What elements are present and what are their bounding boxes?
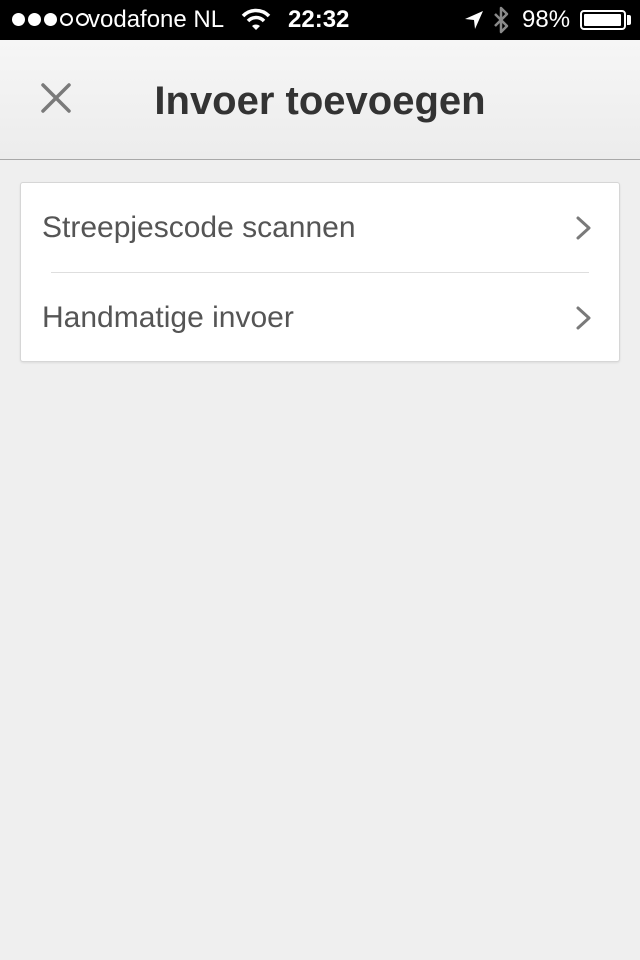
bluetooth-icon [492, 6, 510, 41]
menu-item-label: Streepjescode scannen [42, 211, 356, 244]
battery-percentage: 98% [522, 6, 571, 33]
menu-item-label: Handmatige invoer [42, 301, 294, 334]
battery-level-fill [584, 14, 621, 26]
page-title: Invoer toevoegen [154, 79, 486, 123]
chevron-right-icon [575, 215, 593, 246]
menu-item-barcode-scan[interactable]: Streepjescode scannen [21, 183, 619, 272]
navigation-bar: Invoer toevoegen [0, 40, 640, 160]
battery-tip [627, 15, 631, 25]
status-bar: vodafone NL 22:32 98% [0, 0, 640, 40]
carrier-name: vodafone NL [88, 6, 225, 33]
status-time: 22:32 [288, 6, 350, 33]
wifi-icon [241, 8, 271, 39]
menu-item-manual-entry[interactable]: Handmatige invoer [21, 273, 619, 362]
location-arrow-icon [463, 9, 485, 38]
signal-strength-icon [12, 13, 89, 26]
chevron-right-icon [575, 305, 593, 336]
menu-card: Streepjescode scannen Handmatige invoer [20, 182, 620, 362]
battery-icon [580, 10, 626, 30]
